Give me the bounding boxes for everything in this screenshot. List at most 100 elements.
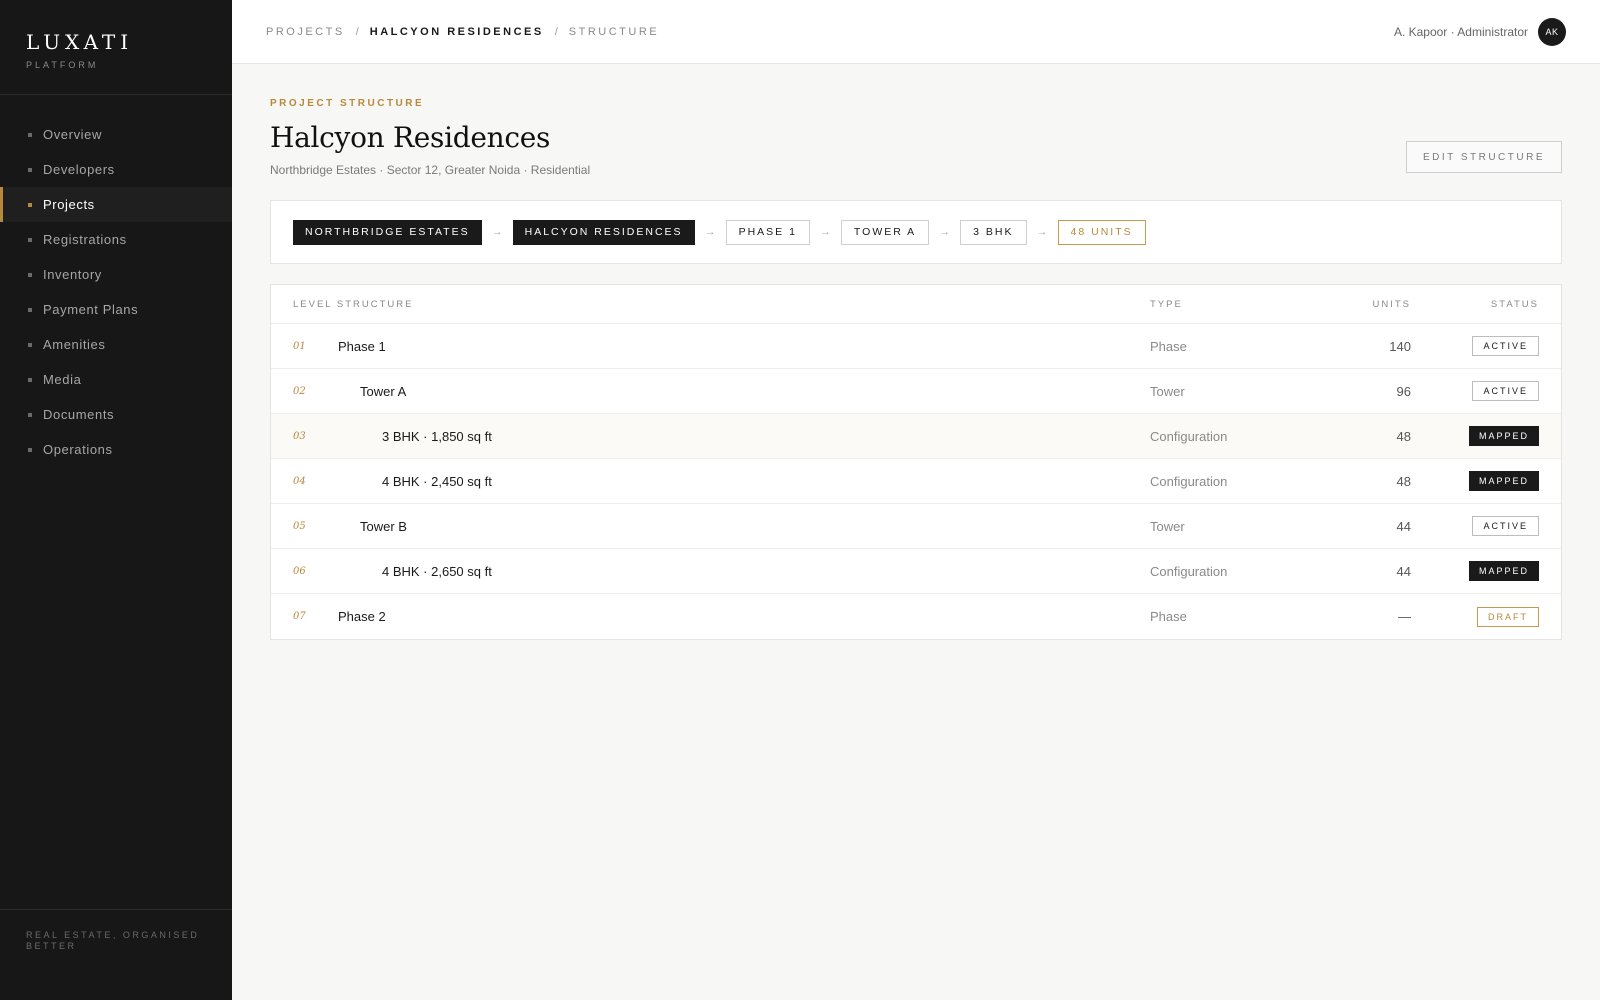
row-name: 4 BHK · 2,450 sq ft [382, 473, 492, 489]
row-status: MAPPED [1468, 561, 1539, 581]
column-header-status: STATUS [1490, 298, 1539, 310]
path-chip[interactable]: 48 UNITS [1057, 219, 1146, 245]
row-units: 48 [1396, 428, 1411, 444]
sidebar-item-label: Registrations [43, 232, 127, 247]
row-units: 48 [1396, 473, 1411, 489]
sidebar-item-label: Amenities [43, 337, 106, 352]
breadcrumb-separator: / [554, 25, 558, 38]
sidebar-item-label: Overview [43, 127, 102, 142]
sidebar-item-label: Inventory [43, 267, 102, 282]
table-row[interactable]: 06 4 BHK · 2,650 sq ft Configuration 44 MAPP… [271, 549, 1561, 594]
bullet-icon [28, 377, 32, 382]
sidebar-item-label: Documents [43, 407, 115, 422]
row-status: ACTIVE [1472, 381, 1539, 401]
sidebar-item-developers[interactable]: Developers [0, 152, 232, 187]
bullet-icon [28, 412, 32, 417]
table-row[interactable]: 07 Phase 2 Phase — DRAFT [271, 594, 1561, 639]
table-row[interactable]: 05 Tower B Tower 44 ACTIVE [271, 504, 1561, 549]
brand: LUXATI PLATFORM [0, 0, 232, 95]
arrow-right-icon: → [939, 226, 951, 238]
path-chip[interactable]: HALCYON RESIDENCES [512, 219, 695, 245]
sidebar-item-media[interactable]: Media [0, 362, 232, 397]
status-badge: ACTIVE [1472, 381, 1539, 401]
sidebar-nav: Overview Developers Projects Registrations I… [0, 95, 232, 467]
table-row[interactable]: 02 Tower A Tower 96 ACTIVE [271, 369, 1561, 414]
bullet-icon [28, 342, 32, 347]
path-chip[interactable]: 3 BHK [960, 219, 1027, 245]
bullet-icon [28, 202, 32, 207]
sidebar: LUXATI PLATFORM Overview Developers Projec… [0, 0, 232, 1000]
breadcrumb-projects[interactable]: PROJECTS [266, 26, 345, 38]
table-body: 01 Phase 1 Phase 140 ACTIVE 02 Tower A Tower 96 A… [271, 324, 1561, 639]
row-type: Phase [1150, 338, 1187, 354]
structure-table: LEVEL STRUCTURE TYPE UNITS STATUS 01 Phas… [270, 284, 1562, 640]
sidebar-item-documents[interactable]: Documents [0, 397, 232, 432]
path-chip[interactable]: PHASE 1 [725, 219, 810, 245]
main-content: PROJECT STRUCTURE Halcyon Residences Nor… [270, 64, 1562, 640]
row-name: 3 BHK · 1,850 sq ft [382, 428, 492, 444]
row-name: Tower A [360, 383, 407, 399]
row-name: Phase 2 [338, 609, 386, 624]
column-header-units: UNITS [1372, 298, 1411, 310]
path-chip[interactable]: NORTHBRIDGE ESTATES [293, 219, 482, 245]
breadcrumb-project[interactable]: HALCYON RESIDENCES [370, 26, 544, 38]
arrow-right-icon: → [1036, 226, 1048, 238]
row-name: 4 BHK · 2,650 sq ft [382, 563, 492, 579]
status-badge: MAPPED [1468, 426, 1539, 446]
sidebar-item-overview[interactable]: Overview [0, 117, 232, 152]
sidebar-item-registrations[interactable]: Registrations [0, 222, 232, 257]
arrow-right-icon: → [704, 226, 716, 238]
row-status: ACTIVE [1472, 516, 1539, 536]
row-units: 44 [1396, 563, 1411, 579]
bullet-icon [28, 272, 32, 277]
row-status: DRAFT [1477, 606, 1539, 627]
table-header: LEVEL STRUCTURE TYPE UNITS STATUS [271, 285, 1561, 324]
page-eyebrow: PROJECT STRUCTURE [270, 98, 425, 109]
arrow-right-icon: → [491, 226, 503, 238]
row-status: MAPPED [1468, 471, 1539, 491]
structure-path: NORTHBRIDGE ESTATES → HALCYON RESIDENCES → P… [270, 200, 1562, 264]
sidebar-item-label: Operations [43, 442, 113, 457]
breadcrumb: PROJECTS / HALCYON RESIDENCES / STRUCTUR… [266, 26, 659, 38]
sidebar-item-operations[interactable]: Operations [0, 432, 232, 467]
row-units: 96 [1396, 383, 1411, 399]
sidebar-item-label: Developers [43, 162, 115, 177]
page-subtitle: Northbridge Estates · Sector 12, Greater… [270, 163, 591, 177]
row-type: Phase [1150, 609, 1187, 624]
row-units: 44 [1396, 518, 1411, 534]
path-chip[interactable]: TOWER A [840, 219, 930, 245]
sidebar-item-amenities[interactable]: Amenities [0, 327, 232, 362]
table-row[interactable]: 03 3 BHK · 1,850 sq ft Configuration 48 MAPP… [271, 414, 1561, 459]
row-status: MAPPED [1468, 426, 1539, 446]
row-index: 07 [293, 611, 306, 622]
row-units: — [1398, 609, 1411, 624]
bullet-icon [28, 132, 32, 137]
edit-structure-button[interactable]: EDIT STRUCTURE [1405, 141, 1562, 173]
breadcrumb-separator: / [355, 25, 359, 38]
brand-logo[interactable]: LUXATI [26, 30, 206, 54]
row-name: Phase 1 [338, 338, 386, 354]
row-name: Tower B [360, 518, 407, 534]
breadcrumb-structure: STRUCTURE [568, 25, 660, 38]
row-type: Configuration [1150, 428, 1228, 444]
bullet-icon [28, 447, 32, 452]
bullet-icon [28, 307, 32, 312]
status-badge: DRAFT [1477, 606, 1539, 627]
row-units: 140 [1389, 338, 1411, 354]
sidebar-item-payment-plans[interactable]: Payment Plans [0, 292, 232, 327]
status-badge: ACTIVE [1472, 516, 1539, 536]
sidebar-item-projects[interactable]: Projects [0, 187, 232, 222]
sidebar-item-inventory[interactable]: Inventory [0, 257, 232, 292]
row-type: Configuration [1150, 473, 1228, 489]
table-row[interactable]: 01 Phase 1 Phase 140 ACTIVE [271, 324, 1561, 369]
row-type: Tower [1150, 383, 1185, 399]
brand-subtitle: PLATFORM [26, 60, 99, 70]
user-label: A. Kapoor · Administrator [1393, 24, 1528, 39]
row-index: 04 [293, 475, 306, 487]
sidebar-item-label: Projects [43, 197, 95, 212]
status-badge: ACTIVE [1472, 336, 1539, 356]
user-menu[interactable]: A. Kapoor · Administrator AK [1393, 17, 1566, 46]
table-row[interactable]: 04 4 BHK · 2,450 sq ft Configuration 48 MAPP… [271, 459, 1561, 504]
avatar[interactable]: AK [1538, 17, 1566, 46]
row-status: ACTIVE [1472, 336, 1539, 356]
